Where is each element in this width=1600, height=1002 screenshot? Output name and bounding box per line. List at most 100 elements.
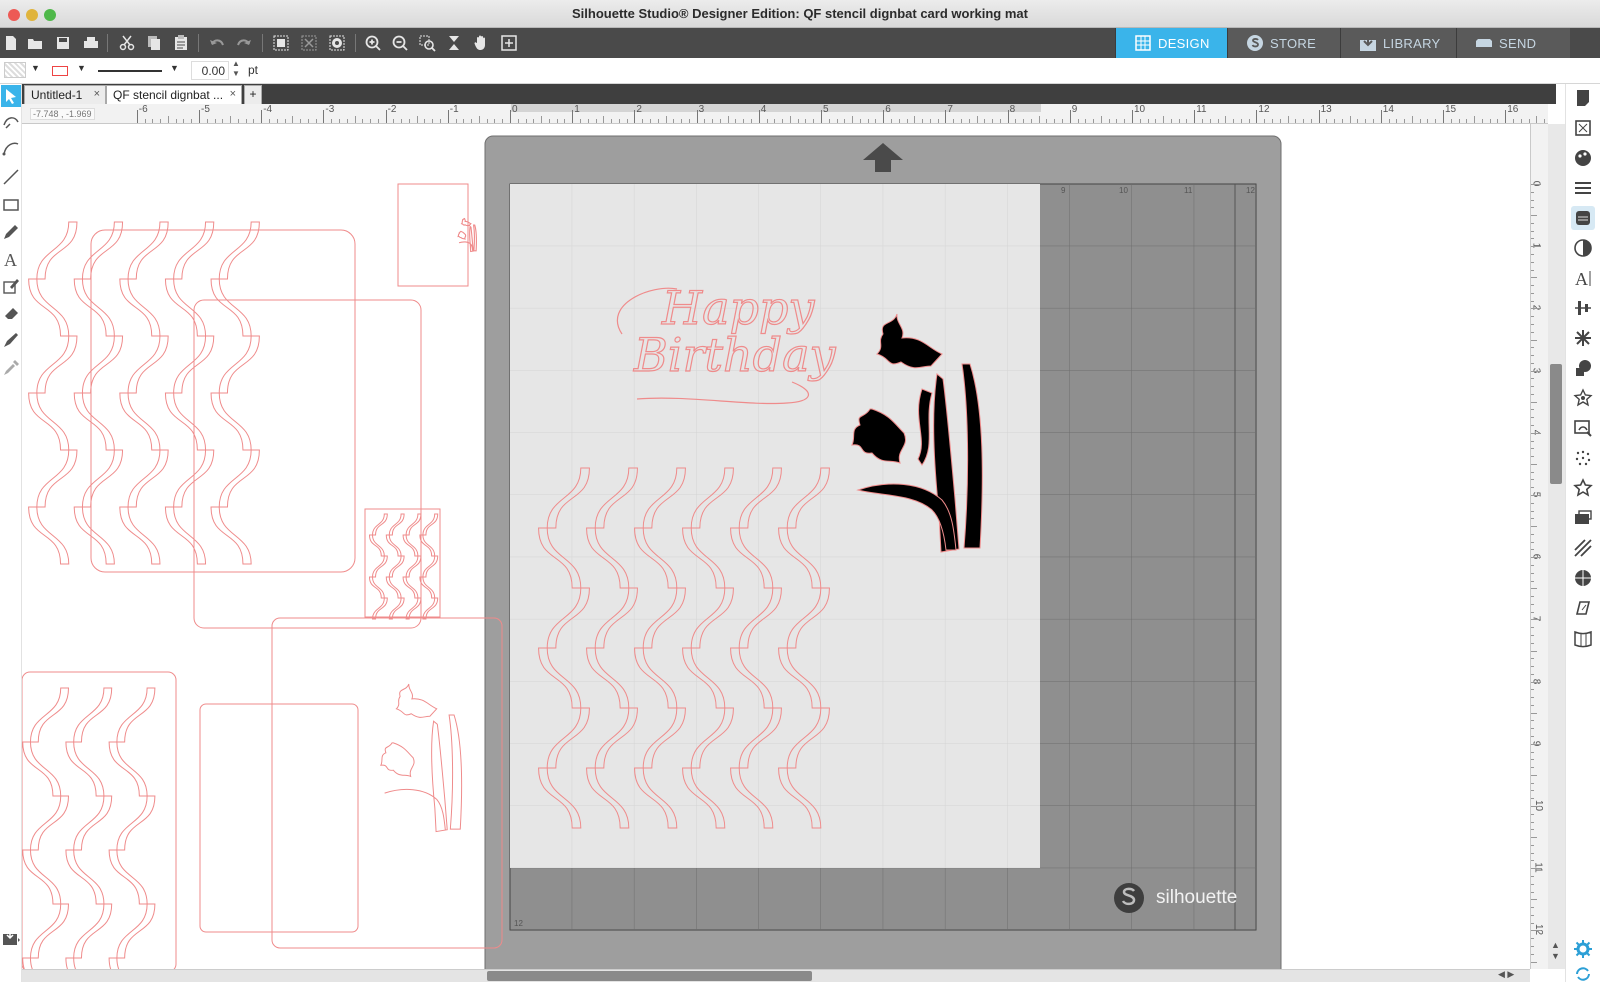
shadow-icon[interactable] [1571,236,1595,260]
ruler-minor-tick [704,119,706,123]
line-weight-stepper[interactable]: ▲ ▼ [232,59,240,79]
off-mat-designs[interactable] [22,183,503,969]
trace-icon[interactable] [1571,416,1595,440]
card-outline-2[interactable] [193,299,422,629]
card-outline-4[interactable] [199,703,359,933]
fit-to-page-icon[interactable] [443,32,465,54]
sketch-icon[interactable] [1571,446,1595,470]
new-file-icon[interactable] [0,32,22,54]
line-color-dropdown-arrow-icon[interactable]: ▼ [77,63,86,73]
knife-tool-icon[interactable] [1,329,21,351]
copy-icon[interactable] [143,32,165,54]
fill-dropdown-arrow-icon[interactable]: ▼ [31,63,40,73]
add-tab-button[interactable]: + [244,85,262,104]
align-icon[interactable] [1571,296,1595,320]
modify-icon[interactable] [1571,356,1595,380]
fill-swatch[interactable] [4,62,26,78]
daffodil-outline-large[interactable] [380,683,463,833]
card-outline-5[interactable] [271,617,503,949]
library-pane-icon[interactable] [1,927,21,949]
ruler-minor-tick [1531,378,1534,380]
left-toolbar: A [0,84,22,1002]
vertical-scrollbar[interactable]: ▲ ▼ [1548,124,1565,969]
group-icon[interactable] [270,32,292,54]
add-page-icon[interactable] [498,32,520,54]
tab-send[interactable]: SEND [1456,28,1570,58]
doc-tab-qf-stencil[interactable]: QF stencil dignbat ... × [106,85,242,104]
eraser-tool-icon[interactable] [1,302,21,324]
compound-path-icon[interactable] [326,32,348,54]
warp-icon[interactable] [1571,626,1595,650]
vertical-scroll-arrows-icon[interactable]: ▲ ▼ [1551,940,1560,962]
ruler-minor-tick [1310,119,1312,123]
hatch-icon[interactable] [1571,536,1595,560]
transform-icon[interactable] [1571,506,1595,530]
line-style-preview[interactable] [98,70,162,72]
select-tool-icon[interactable] [1,85,21,107]
ruler-minor-tick [1163,116,1165,123]
line-weight-input[interactable]: 0.00 [191,61,229,80]
layers-icon[interactable] [1571,566,1595,590]
vertical-scroll-thumb[interactable] [1550,364,1562,484]
redo-icon[interactable] [233,32,255,54]
line-tool-icon[interactable] [1,166,21,188]
tab-library[interactable]: LIBRARY [1340,28,1456,58]
ruler-minor-tick [1531,191,1534,193]
curve-tool-icon[interactable] [1,138,21,160]
eyedropper-tool-icon[interactable] [1,357,21,379]
favorites-star-icon[interactable] [1571,476,1595,500]
zoom-selection-icon[interactable] [416,32,438,54]
fill-pattern-icon[interactable] [1571,206,1595,230]
pixscan-icon[interactable] [1571,596,1595,620]
cutter-icon [1476,39,1492,47]
grid-icon [1135,35,1151,51]
tab-design[interactable]: DESIGN [1115,28,1227,58]
close-tab-icon[interactable]: × [230,88,236,100]
stencil-cutout [127,449,169,508]
ruler-minor-tick [1264,119,1266,123]
point-edit-tool-icon[interactable] [1,111,21,133]
replicate-icon[interactable] [1571,326,1595,350]
wave-stencil-thumbnail[interactable] [368,513,439,620]
horizontal-scrollbar[interactable]: ◀ ▶ [22,969,1530,982]
ruler-minor-tick [875,119,877,123]
line-color-swatch[interactable] [52,66,68,76]
paste-icon[interactable] [170,32,192,54]
ruler-minor-tick [1271,119,1273,123]
zoom-in-icon[interactable] [362,32,384,54]
cut-icon[interactable] [116,32,138,54]
design-workspace[interactable]: 9 10 11 12 12 silhouette Happy Birthday [22,124,1530,969]
text-style-icon[interactable]: A [1571,266,1595,290]
settings-gear-icon[interactable] [1571,937,1595,961]
save-icon[interactable] [52,32,74,54]
pan-hand-icon[interactable] [470,32,492,54]
horizontal-scroll-thumb[interactable] [487,971,812,981]
undo-icon[interactable] [206,32,228,54]
wave-stencil-off-mat-2[interactable] [22,687,156,969]
horizontal-scroll-arrows-icon[interactable]: ◀ ▶ [1498,969,1514,980]
pencil-tool-icon[interactable] [1,221,21,243]
ruler-minor-tick [1531,883,1534,885]
registration-marks-icon[interactable] [1571,116,1595,140]
wave-stencil-off-mat-1[interactable] [28,221,260,565]
rectangle-tool-icon[interactable] [1,194,21,216]
line-style-dropdown-arrow-icon[interactable]: ▼ [170,63,179,73]
zoom-out-icon[interactable] [389,32,411,54]
close-tab-icon[interactable]: × [94,88,100,100]
open-folder-icon[interactable] [24,32,46,54]
tab-store[interactable]: STORE [1227,28,1340,58]
stencil-cutout [73,903,113,959]
ungroup-icon[interactable] [298,32,320,54]
image-edit-tool-icon[interactable] [1,275,21,297]
print-icon[interactable] [80,32,102,54]
text-tool-icon[interactable]: A [1,248,21,270]
card-outline-3[interactable] [22,671,177,969]
doc-tab-untitled[interactable]: Untitled-1 × [24,85,106,104]
daffodil-thumbnail-frame[interactable] [397,183,469,287]
offset-star-icon[interactable] [1571,386,1595,410]
ruler-minor-tick [782,119,784,123]
daffodil-outline-small[interactable] [457,217,477,253]
line-style-icon[interactable] [1571,176,1595,200]
page-setup-icon[interactable] [1571,86,1595,110]
fill-color-icon[interactable] [1571,146,1595,170]
